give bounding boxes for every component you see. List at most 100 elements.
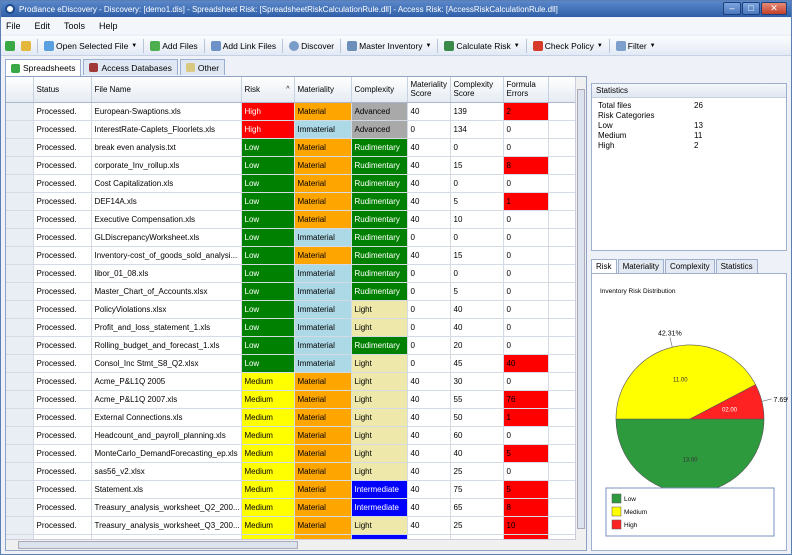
table-row[interactable]: Processed. Treasury_analysis_worksheet_Q3… [6,516,577,535]
table-row[interactable]: Processed. Treasury_analysis_worksheet_Q2… [6,498,577,517]
risk-cell: Low [241,192,295,211]
horizontal-scrollbar[interactable] [6,539,576,550]
tab-risk[interactable]: Risk [591,259,617,273]
table-row[interactable]: Processed. GLDiscrepancyWorksheet.xls Low I… [6,228,577,247]
spreadsheet-grid: Status File Name Risk ^ Materiality Compl… [5,76,587,551]
table-row[interactable]: Processed. Headcount_and_payroll_planning… [6,426,577,445]
row-header[interactable] [6,120,34,139]
tab-complexity[interactable]: Complexity [665,259,715,273]
row-header[interactable] [6,228,34,247]
menu-tools[interactable]: Tools [64,21,85,31]
menu-file[interactable]: File [6,21,21,31]
row-header[interactable] [6,390,34,409]
row-header[interactable] [6,462,34,481]
row-header[interactable] [6,480,34,499]
row-header[interactable] [6,282,34,301]
row-header[interactable] [6,318,34,337]
column-header[interactable]: Materiality Score [407,77,451,103]
calculate-risk-button[interactable]: Calculate Risk ▼ [444,40,520,51]
scrollbar-thumb[interactable] [18,541,298,549]
complexity-cell: Rudimentary [351,156,408,175]
tab-other[interactable]: Other [179,59,226,75]
row-header[interactable] [6,156,34,175]
materiality-cell: Material [294,444,352,463]
save-icon[interactable] [21,40,31,51]
check-policy-button[interactable]: Check Policy ▼ [532,40,603,51]
pie-slice-low[interactable] [615,418,765,494]
materiality-cell: Material [294,102,352,121]
table-row[interactable]: Processed. European-Swaptions.xls High Mate… [6,102,577,121]
open-selected-file-button[interactable]: Open Selected File ▼ [44,40,137,51]
tab-access-databases[interactable]: Access Databases [83,59,178,75]
row-header[interactable] [6,210,34,229]
add-link-files-button[interactable]: Add Link Files [210,40,276,51]
row-header[interactable] [6,300,34,319]
maximize-button[interactable]: □ [742,2,760,15]
row-header[interactable] [6,336,34,355]
minimize-button[interactable]: – [723,2,741,15]
row-header[interactable] [6,174,34,193]
row-header[interactable] [6,444,34,463]
vertical-scrollbar[interactable] [575,77,586,550]
table-row[interactable]: Processed. libor_01_08.xls Low Immaterial Ru… [6,264,577,283]
row-header[interactable] [6,246,34,265]
table-row[interactable]: Processed. Master_Chart_of_Accounts.xlsx L… [6,282,577,301]
table-row[interactable]: Processed. DEF14A.xls Low Material Rudimenta… [6,192,577,211]
row-header[interactable] [6,516,34,535]
formula-errors-cell: 0 [503,318,549,337]
column-header[interactable]: Complexity Score [450,77,504,103]
risk-chart-panel: Inventory Risk Distribution13.0050.00%11… [591,273,788,551]
row-header[interactable] [6,426,34,445]
column-header[interactable]: Formula Errors [503,77,549,103]
table-row[interactable]: Processed. sas56_v2.xlsx Medium Material Lig… [6,462,577,481]
filler-cell [548,498,577,517]
tab-materiality[interactable]: Materiality [617,259,665,273]
menu-edit[interactable]: Edit [35,21,51,31]
scrollbar-thumb[interactable] [577,89,585,529]
row-header[interactable] [6,408,34,427]
table-row[interactable]: Processed. Acme_P&L1Q 2007.xls Medium Mater… [6,390,577,409]
status-cell: Processed. [33,372,92,391]
tab-statistics[interactable]: Statistics [715,259,758,273]
column-header-risk[interactable]: Risk ^ [241,77,295,103]
filter-button[interactable]: Filter ▼ [615,40,656,51]
table-row[interactable]: Processed. break even analysis.txt Low Mate… [6,138,577,157]
column-header[interactable]: File Name [91,77,242,103]
row-header[interactable] [6,192,34,211]
table-row[interactable]: Processed. PolicyViolations.xlsx Low Immate… [6,300,577,319]
materiality-score-cell: 40 [407,444,451,463]
table-row[interactable]: Processed. External Connections.xls Medium… [6,408,577,427]
table-row[interactable]: Processed. corporate_Inv_rollup.xls Low Mat… [6,156,577,175]
row-header[interactable] [6,102,34,121]
master-inventory-button[interactable]: Master Inventory ▼ [347,40,431,51]
table-row[interactable]: Processed. Executive Compensation.xls Low M… [6,210,577,229]
row-header[interactable] [6,354,34,373]
materiality-score-cell: 40 [407,498,451,517]
discover-button[interactable]: Discover [289,40,334,51]
row-header[interactable] [6,372,34,391]
table-row[interactable]: Processed. Inventory-cost_of_goods_sold_a… [6,246,577,265]
row-header[interactable] [6,138,34,157]
row-header[interactable] [6,264,34,283]
column-header[interactable]: Status [33,77,92,103]
table-row[interactable]: Processed. MonteCarlo_DemandForecasting_e… [6,444,577,463]
menu-help[interactable]: Help [99,21,118,31]
file-name-cell: break even analysis.txt [91,138,242,157]
table-row[interactable]: Processed. Cost Capitalization.xls Low Mate… [6,174,577,193]
table-row[interactable]: Processed. Acme_P&L1Q 2005 Medium Material L… [6,372,577,391]
table-row[interactable]: Processed. Rolling_budget_and_forecast_1.… [6,336,577,355]
column-header[interactable]: Complexity [351,77,408,103]
tab-spreadsheets[interactable]: Spreadsheets [5,59,82,76]
toolbar-separator [525,38,527,53]
table-row[interactable]: Processed. Consol_Inc Stmt_S8_Q2.xlsx Low I… [6,354,577,373]
add-files-button[interactable]: Add Files [150,40,198,51]
table-row[interactable]: Processed. Profit_and_loss_statement_1.xl… [6,318,577,337]
table-row[interactable]: Processed. Statement.xls Medium Material Int… [6,480,577,499]
column-header[interactable]: Materiality [294,77,352,103]
row-header[interactable] [6,498,34,517]
refresh-icon[interactable] [5,40,15,51]
stat-high: High 2 [592,141,786,151]
close-button[interactable]: ✕ [761,2,787,15]
table-row[interactable]: Processed. InterestRate-Caplets_Floorlets… [6,120,577,139]
materiality-cell: Material [294,210,352,229]
